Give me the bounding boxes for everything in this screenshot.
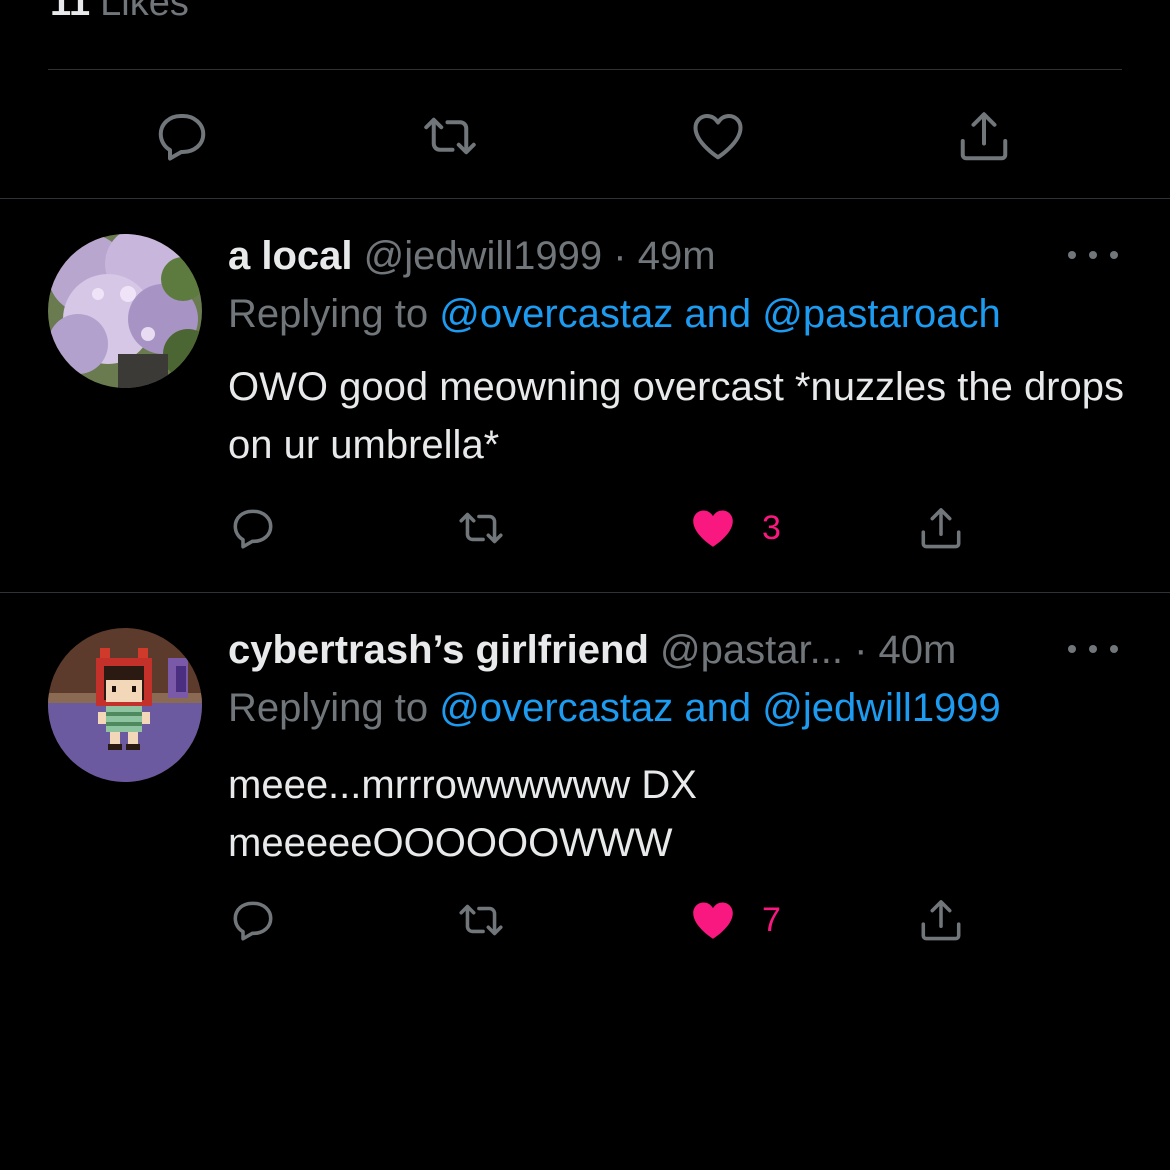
like-button[interactable]	[682, 100, 754, 172]
share-icon	[960, 112, 1008, 161]
retweet-button[interactable]	[456, 498, 506, 558]
retweet-icon	[424, 117, 476, 155]
and-word[interactable]: and	[684, 292, 751, 336]
reply-action-bar: 3	[0, 498, 1170, 558]
replying-prefix: Replying to	[228, 292, 429, 336]
like-button[interactable]: 3	[688, 498, 781, 558]
share-button[interactable]	[916, 498, 966, 558]
divider	[48, 69, 1122, 70]
reply-button[interactable]	[146, 100, 218, 172]
mention-link[interactable]: @overcastaz	[439, 686, 673, 730]
retweet-icon	[459, 512, 503, 544]
replying-to: Replying to @overcastaz and @pastaroach	[228, 288, 1001, 340]
likes-summary[interactable]: 11 Likes	[50, 0, 189, 32]
retweet-button[interactable]	[456, 890, 506, 950]
retweet-icon	[459, 904, 503, 936]
mention-link[interactable]: @overcastaz	[439, 292, 673, 336]
replying-to: Replying to @overcastaz and @jedwill1999	[228, 682, 1001, 734]
heart-filled-icon	[693, 510, 733, 547]
mention-link[interactable]: @jedwill1999	[762, 686, 1001, 730]
tweet-text-line: meee...mrrrowwwwww DX	[228, 763, 697, 807]
more-options-icon[interactable]	[1068, 240, 1118, 270]
reply-action-bar: 7	[0, 890, 1170, 950]
reply-tweet[interactable]: cybertrash’s girlfriend @pastar... · 40m…	[0, 592, 1170, 1012]
like-count: 3	[762, 508, 781, 547]
display-name[interactable]: cybertrash’s girlfriend	[228, 628, 649, 672]
more-options-icon[interactable]	[1068, 634, 1118, 664]
separator: ·	[613, 234, 627, 278]
tweet-text-line: meeeeeOOOOOOWWW	[228, 821, 673, 865]
display-name[interactable]: a local	[228, 234, 353, 278]
share-button[interactable]	[948, 100, 1020, 172]
avatar[interactable]	[48, 628, 202, 782]
mention-link[interactable]: @pastaroach	[762, 292, 1001, 336]
heart-outline-icon	[693, 114, 743, 160]
separator: ·	[854, 628, 868, 672]
reply-button[interactable]	[228, 890, 278, 950]
retweet-button[interactable]	[414, 100, 486, 172]
replying-prefix: Replying to	[228, 686, 429, 730]
heart-filled-icon	[693, 902, 733, 939]
and-word[interactable]: and	[684, 686, 751, 730]
likes-count: 11	[50, 0, 91, 24]
share-icon	[921, 900, 961, 941]
reply-tweet[interactable]: a local @jedwill1999 · 49m Replying to @…	[0, 198, 1170, 592]
likes-label: Likes	[100, 0, 189, 24]
reply-icon	[233, 509, 273, 549]
timestamp[interactable]: 40m	[879, 628, 957, 672]
main-tweet-action-bar	[0, 100, 1170, 172]
share-icon	[921, 508, 961, 549]
reply-button[interactable]	[228, 498, 278, 558]
reply-header: a local @jedwill1999 · 49m	[228, 230, 1050, 282]
handle[interactable]: @jedwill1999	[364, 234, 603, 278]
reply-icon	[233, 901, 273, 941]
tweet-text: OWO good meowning overcast *nuzzles the …	[228, 365, 1124, 467]
reply-icon	[158, 114, 206, 161]
handle[interactable]: @pastar...	[660, 628, 843, 672]
like-count: 7	[762, 900, 781, 939]
avatar[interactable]	[48, 234, 202, 388]
share-button[interactable]	[916, 890, 966, 950]
reply-header: cybertrash’s girlfriend @pastar... · 40m	[228, 624, 1050, 676]
timestamp[interactable]: 49m	[638, 234, 716, 278]
tweet-text: meee...mrrrowwwwww DX meeeeeOOOOOOWWW	[228, 756, 1128, 872]
like-button[interactable]: 7	[688, 890, 781, 950]
